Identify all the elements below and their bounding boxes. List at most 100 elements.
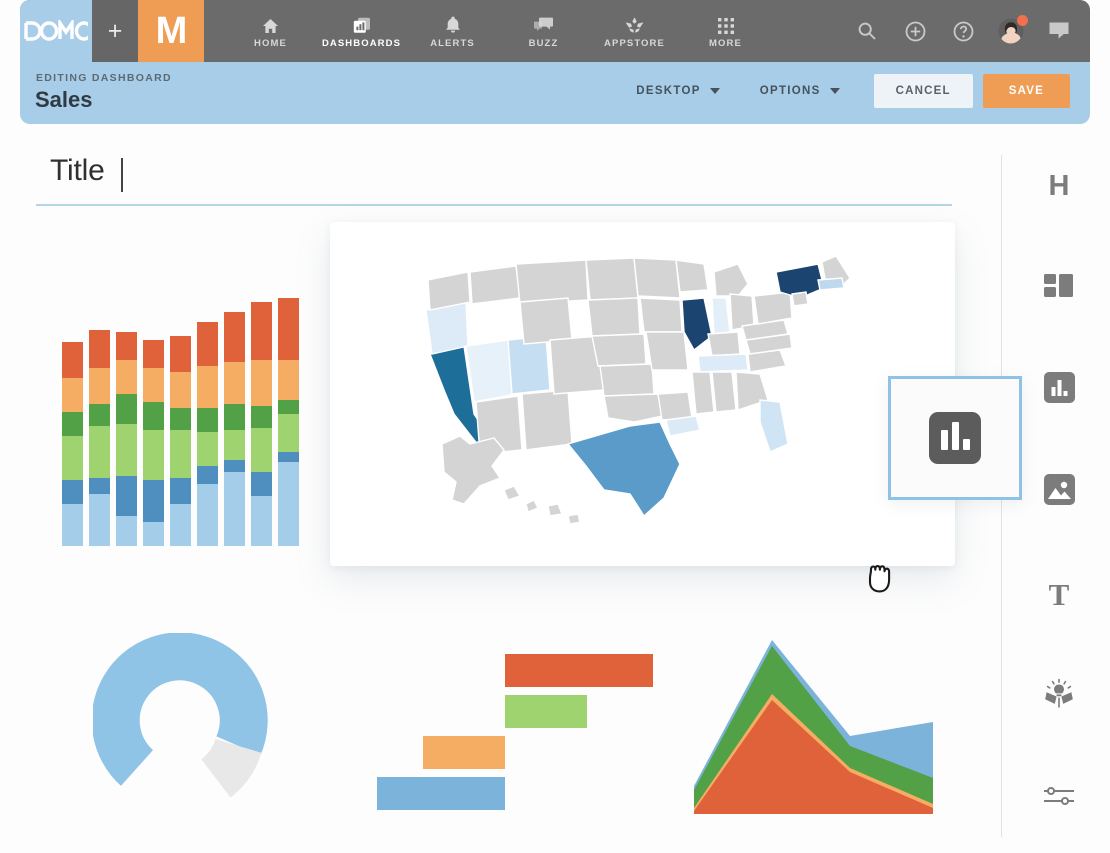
hawaii-3 — [566, 513, 581, 525]
dashboard-canvas[interactable] — [0, 208, 1022, 853]
rail-item-filters[interactable] — [1037, 776, 1081, 820]
desktop-view-dropdown[interactable]: DESKTOP — [616, 74, 739, 108]
rail-item-layout[interactable] — [1037, 266, 1081, 310]
stacked-area-widget[interactable] — [690, 618, 935, 818]
state-idaho — [468, 265, 521, 305]
state-southdakota — [586, 297, 641, 337]
state-wyoming — [518, 297, 573, 345]
state-nebraska — [590, 333, 647, 367]
nav-item-alerts[interactable]: ALERTS — [407, 0, 498, 62]
text-cursor — [121, 158, 123, 192]
bar-column — [251, 302, 272, 546]
edit-actions: DESKTOP OPTIONS CANCEL SAVE — [616, 74, 1070, 108]
save-button[interactable]: SAVE — [982, 74, 1070, 108]
bar-chart-icon — [929, 412, 981, 464]
nav-item-buzz[interactable]: BUZZ — [498, 0, 589, 62]
dashboard-title-value: Title — [50, 154, 105, 187]
bar-negative-2 — [377, 777, 505, 810]
dashboards-icon — [353, 14, 371, 34]
state-wisconsin — [674, 259, 709, 293]
state-northdakota — [584, 257, 639, 301]
buzz-chat-icon[interactable] — [1046, 18, 1072, 44]
home-icon — [262, 14, 279, 34]
appstore-icon — [624, 14, 645, 34]
nav-item-dashboards[interactable]: DASHBOARDS — [316, 0, 407, 62]
nav-utility-icons — [854, 0, 1072, 62]
bar-positive-2 — [505, 695, 587, 728]
help-circle-icon[interactable] — [950, 18, 976, 44]
sliders-icon — [1043, 784, 1075, 813]
search-icon[interactable] — [854, 18, 880, 44]
state-indiana — [710, 297, 731, 335]
options-dropdown[interactable]: OPTIONS — [740, 74, 860, 108]
state-alabama — [710, 371, 737, 413]
widget-tool-rail: H T — [1013, 150, 1103, 850]
bar-positive-1 — [505, 654, 653, 687]
state-pennsylvania — [752, 291, 793, 325]
domo-logo[interactable] — [20, 0, 92, 62]
drag-preview-card[interactable] — [888, 376, 1022, 500]
gauge-donut-widget[interactable] — [91, 632, 273, 813]
state-mississippi — [690, 371, 715, 415]
chat-icon — [534, 14, 553, 34]
bar-column — [224, 312, 245, 546]
state-kansas — [598, 363, 655, 397]
map-card-widget[interactable] — [330, 222, 955, 566]
workspace-tile[interactable]: M — [138, 0, 204, 62]
notification-badge — [1017, 15, 1028, 26]
diverging-bar-widget[interactable] — [375, 648, 653, 810]
state-arkansas — [656, 391, 693, 421]
nav-label-home: HOME — [254, 37, 287, 49]
dashboard-title-input[interactable]: Title — [36, 150, 952, 206]
nav-item-home[interactable]: HOME — [225, 0, 316, 62]
state-montana — [514, 259, 589, 305]
nav-item-more[interactable]: MORE — [680, 0, 771, 62]
bar-column — [89, 330, 110, 546]
state-michigan — [712, 263, 749, 297]
add-circle-icon[interactable] — [902, 18, 928, 44]
state-newjersey — [790, 291, 809, 307]
text-t-icon: T — [1048, 576, 1070, 612]
state-kentucky — [706, 331, 741, 357]
cancel-button[interactable]: CANCEL — [873, 74, 973, 108]
state-louisiana — [664, 415, 701, 437]
state-florida — [758, 399, 789, 453]
brand-area: + M — [20, 0, 204, 62]
bar-column — [62, 342, 83, 546]
state-utah — [506, 335, 551, 395]
bar-column — [116, 332, 137, 546]
stacked-area-chart — [694, 640, 933, 814]
state-alaska — [440, 435, 505, 505]
avatar[interactable] — [998, 15, 1028, 44]
hawaii-1 — [524, 499, 539, 513]
bar-column — [170, 336, 191, 546]
bar-negative-1 — [423, 736, 505, 769]
state-oklahoma — [602, 393, 663, 423]
state-tennessee — [696, 353, 749, 373]
gauge-track-arc — [200, 738, 262, 798]
nav-label-alerts: ALERTS — [430, 37, 475, 49]
nav-label-dashboards: DASHBOARDS — [321, 37, 402, 49]
image-icon — [1043, 474, 1075, 510]
insight-icon — [1042, 678, 1076, 715]
heading-h-icon: H — [1048, 169, 1070, 202]
nav-item-appstore[interactable]: APPSTORE — [589, 0, 680, 62]
state-minnesota — [632, 257, 681, 299]
app-header-panel: + M HOME DASHBOARDS ALERTS BUZZ APPSTORE… — [20, 0, 1090, 124]
rail-item-insight[interactable] — [1037, 674, 1081, 718]
desktop-view-label: DESKTOP — [636, 85, 701, 97]
dashboard-name: Sales — [35, 87, 93, 112]
rail-item-card[interactable] — [1037, 368, 1081, 412]
bar-column — [197, 322, 218, 546]
stacked-bar-chart-widget[interactable] — [62, 298, 302, 546]
grid-icon — [717, 14, 734, 34]
rail-item-heading[interactable]: H — [1037, 164, 1081, 208]
state-illinois — [680, 297, 713, 352]
grabbing-hand-cursor — [861, 558, 907, 611]
nav-label-appstore: APPSTORE — [604, 37, 665, 49]
options-label: OPTIONS — [759, 85, 821, 97]
add-workspace-button[interactable]: + — [92, 0, 138, 62]
rail-item-image[interactable] — [1037, 470, 1081, 514]
state-texas — [566, 421, 681, 518]
rail-item-text[interactable]: T — [1037, 572, 1081, 616]
